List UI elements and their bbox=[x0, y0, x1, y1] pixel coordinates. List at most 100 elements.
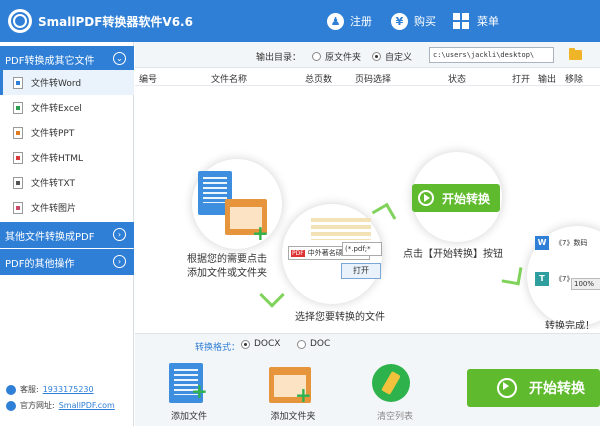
user-icon: ♟ bbox=[327, 12, 344, 30]
chevron-right-icon: › bbox=[113, 255, 126, 268]
ppt-file-icon bbox=[13, 126, 23, 139]
txt-file-icon: T bbox=[535, 272, 549, 286]
site-label: 官方网址: bbox=[20, 401, 55, 410]
sidebar-item-to-image[interactable]: 文件转图片 bbox=[0, 195, 134, 220]
open-button: 打开 bbox=[341, 263, 381, 279]
title-bar: SmallPDF转换器软件V6.6 ♟ 注册 ¥ 购买 菜单 bbox=[0, 0, 600, 42]
grid-icon bbox=[453, 13, 469, 29]
output-path-input[interactable]: c:\users\jackli\desktop\ bbox=[429, 47, 554, 63]
start-convert-label: 开始转换 bbox=[529, 381, 585, 397]
clear-list-label: 清空列表 bbox=[376, 412, 413, 422]
step4-text: 转换完成！ bbox=[545, 321, 595, 329]
official-site: 官方网址: SmallPDF.com bbox=[6, 400, 115, 411]
radio-format-doc[interactable]: DOC bbox=[297, 339, 330, 349]
plus-icon: + bbox=[252, 221, 269, 245]
radio-custom-folder[interactable]: 自定义 bbox=[372, 50, 412, 63]
txt-file-icon bbox=[13, 176, 23, 189]
folder-list bbox=[311, 218, 371, 240]
radio-dot bbox=[297, 339, 306, 349]
home-icon bbox=[6, 400, 16, 411]
chevron-down-icon: ⌄ bbox=[113, 52, 126, 65]
radio-original-folder[interactable]: 原文件夹 bbox=[312, 50, 361, 63]
progress-item-1: 《7》数码 bbox=[555, 239, 588, 247]
add-folder-label: 添加文件夹 bbox=[270, 412, 316, 422]
step1-text: 根据您的需要点击 添加文件或文件夹 bbox=[187, 254, 267, 279]
col-status: 状态 bbox=[448, 75, 467, 85]
section-label: PDF的其他操作 bbox=[5, 258, 75, 270]
tutorial-start-button: 开始转换 bbox=[412, 184, 500, 212]
radio-format-docx[interactable]: DOCX bbox=[241, 339, 280, 349]
col-filename: 文件名称 bbox=[211, 75, 248, 85]
radio-label: DOC bbox=[310, 339, 331, 349]
tutorial-illustration: + + 根据您的需要点击 添加文件或文件夹 PDF中外著名硕 (*.pdf;* … bbox=[135, 86, 600, 329]
buy-label: 购买 bbox=[414, 15, 436, 28]
col-number: 编号 bbox=[139, 75, 158, 85]
qq-support: 客服: 1933175230 bbox=[6, 384, 94, 395]
output-label: 输出目录： bbox=[256, 53, 302, 63]
play-icon bbox=[418, 190, 434, 206]
step3-text: 点击【开始转换】按钮 bbox=[403, 249, 503, 260]
file-table-header: 编号 文件名称 总页数 页码选择 状态 打开 输出 移除 bbox=[135, 68, 600, 86]
html-file-icon bbox=[13, 151, 23, 164]
progress-bar: 100% bbox=[571, 278, 600, 290]
sidebar-item-to-ppt[interactable]: 文件转PPT bbox=[0, 120, 134, 145]
sidebar-item-label: 文件转Word bbox=[31, 79, 82, 89]
word-file-icon: W bbox=[535, 236, 549, 250]
col-open: 打开 bbox=[512, 75, 531, 85]
play-icon bbox=[497, 378, 517, 398]
sidebar: PDF转换成其它文件 ⌄ 文件转Word 文件转Excel 文件转PPT 文件转… bbox=[0, 42, 134, 426]
col-page-select: 页码选择 bbox=[355, 75, 392, 85]
col-remove: 移除 bbox=[565, 75, 584, 85]
arrow-icon bbox=[259, 282, 285, 308]
qq-icon bbox=[6, 384, 16, 395]
yen-icon: ¥ bbox=[391, 12, 408, 30]
file-filter-field: (*.pdf;* bbox=[342, 242, 382, 256]
sidebar-section-other-to-pdf[interactable]: 其他文件转换成PDF › bbox=[0, 222, 134, 248]
arrow-icon bbox=[371, 202, 397, 228]
qq-label: 客服: bbox=[20, 385, 39, 394]
sidebar-item-label: 文件转TXT bbox=[31, 179, 76, 189]
sidebar-item-to-html[interactable]: 文件转HTML bbox=[0, 145, 134, 170]
app-title: SmallPDF转换器软件V6.6 bbox=[38, 15, 193, 29]
sidebar-item-label: 文件转图片 bbox=[31, 204, 77, 214]
register-button[interactable]: ♟ 注册 bbox=[327, 11, 372, 31]
sidebar-item-label: 文件转PPT bbox=[31, 129, 75, 139]
format-bar: 转换格式： DOCX DOC bbox=[135, 333, 600, 355]
add-file-label: 添加文件 bbox=[170, 412, 207, 422]
sidebar-section-pdf-to-other[interactable]: PDF转换成其它文件 ⌄ bbox=[0, 46, 134, 72]
radio-label: 自定义 bbox=[385, 53, 413, 63]
register-label: 注册 bbox=[350, 15, 372, 28]
radio-label: 原文件夹 bbox=[325, 53, 362, 63]
site-link[interactable]: SmallPDF.com bbox=[59, 401, 115, 410]
sidebar-section-pdf-other-ops[interactable]: PDF的其他操作 › bbox=[0, 249, 134, 275]
sidebar-item-to-word[interactable]: 文件转Word bbox=[0, 70, 134, 95]
start-convert-button[interactable]: 开始转换 bbox=[467, 369, 600, 407]
sidebar-item-to-txt[interactable]: 文件转TXT bbox=[0, 170, 134, 195]
step2-text: 选择您要转换的文件 bbox=[295, 312, 385, 323]
broom-icon bbox=[372, 364, 410, 402]
section-label: PDF转换成其它文件 bbox=[5, 55, 95, 67]
chevron-right-icon: › bbox=[113, 228, 126, 241]
tutorial-start-label: 开始转换 bbox=[442, 191, 491, 206]
col-output: 输出 bbox=[538, 75, 557, 85]
word-file-icon bbox=[13, 76, 23, 89]
excel-file-icon bbox=[13, 101, 23, 114]
buy-button[interactable]: ¥ 购买 bbox=[391, 11, 436, 31]
plus-icon: + bbox=[295, 383, 312, 407]
image-file-icon bbox=[13, 201, 23, 214]
radio-label: DOCX bbox=[254, 339, 281, 349]
qq-link[interactable]: 1933175230 bbox=[43, 385, 94, 394]
col-pages: 总页数 bbox=[305, 75, 333, 85]
arrow-icon bbox=[501, 264, 523, 286]
radio-dot bbox=[372, 52, 381, 61]
radio-dot bbox=[241, 339, 250, 349]
radio-dot bbox=[312, 52, 321, 61]
menu-button[interactable]: 菜单 bbox=[453, 11, 499, 31]
app-logo-icon bbox=[8, 9, 32, 33]
sidebar-item-to-excel[interactable]: 文件转Excel bbox=[0, 95, 134, 120]
menu-label: 菜单 bbox=[477, 15, 499, 28]
browse-folder-icon[interactable] bbox=[569, 48, 582, 60]
format-label: 转换格式： bbox=[195, 343, 241, 353]
bottom-toolbar: + 添加文件 + 添加文件夹 清空列表 开始转换 bbox=[135, 355, 600, 426]
output-bar: 输出目录： 原文件夹 自定义 c:\users\jackli\desktop\ bbox=[135, 42, 600, 68]
